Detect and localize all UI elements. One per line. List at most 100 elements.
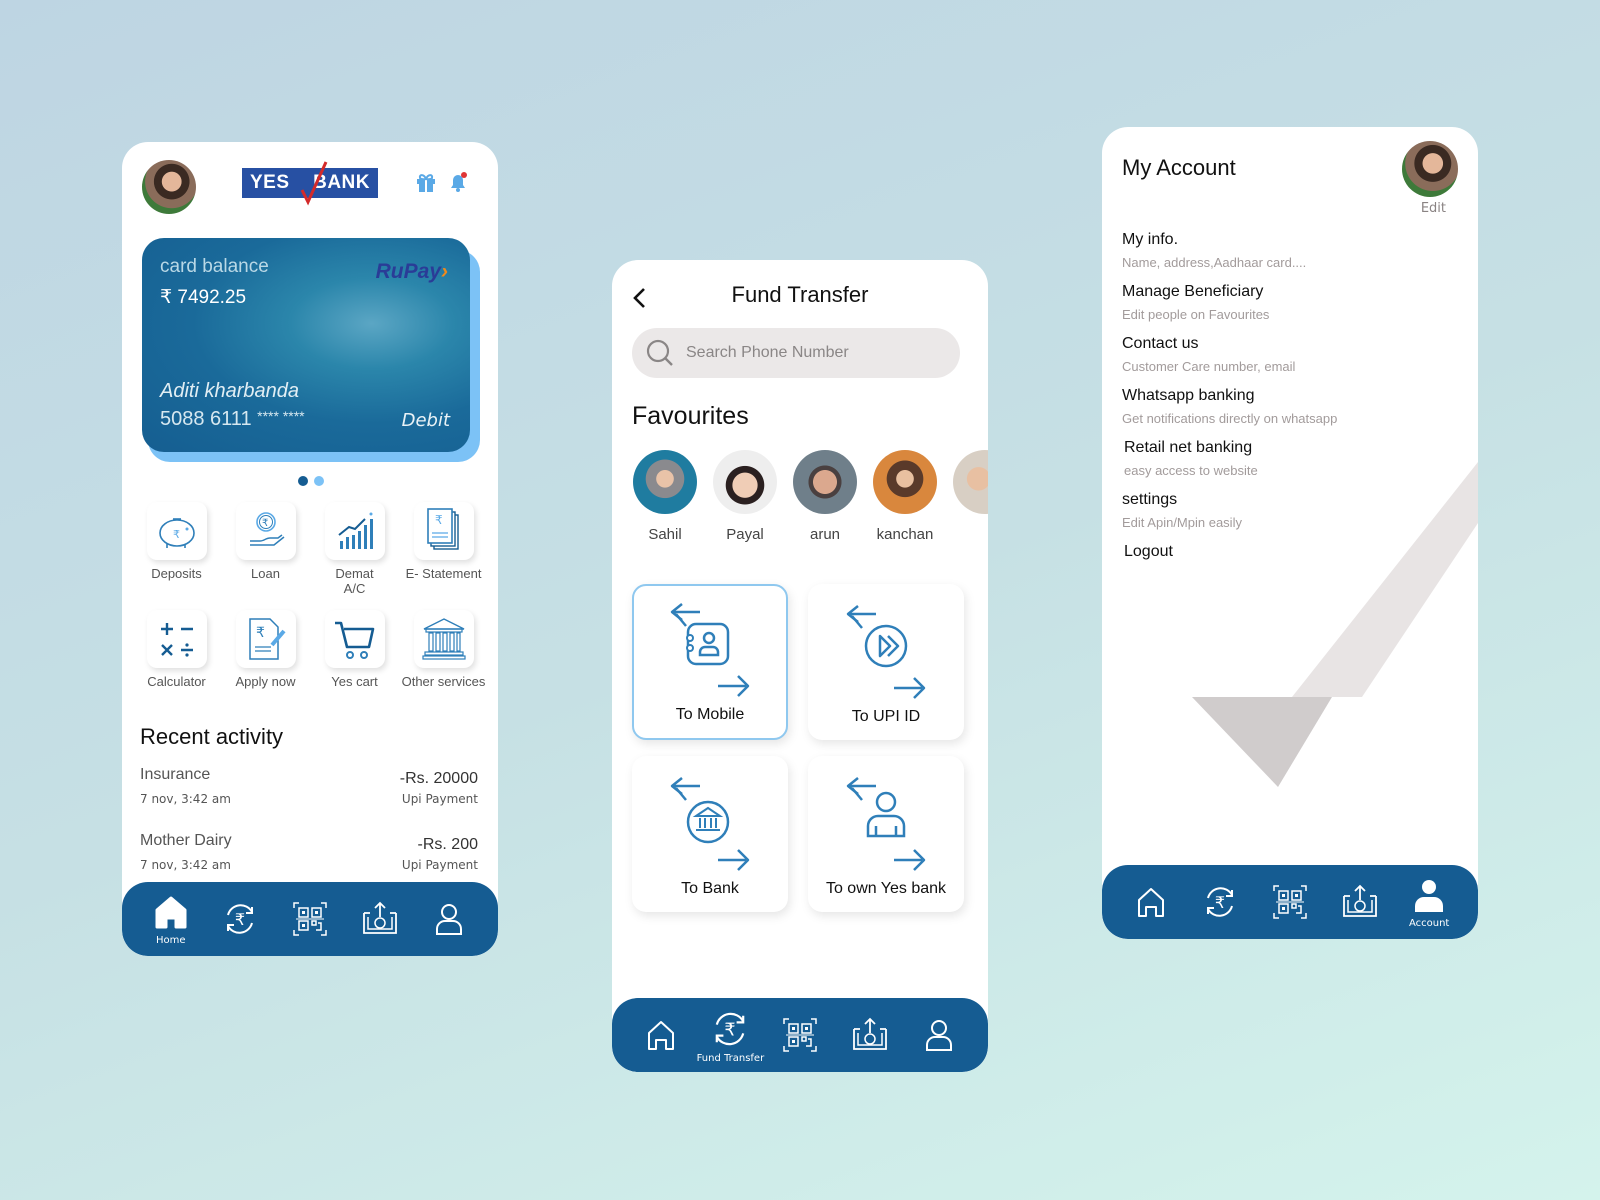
transfer-to-mobile[interactable]: To Mobile [632,584,788,740]
menu-item-subtitle: easy access to website [1124,463,1258,478]
favourite-contact[interactable] [952,450,988,543]
menu-retail-net-banking[interactable]: Retail net banking easy access to website [1122,437,1452,479]
bank-building-icon [421,618,466,660]
activity-item[interactable]: Insurance 7 nov, 3:42 am -Rs. 20000 Upi … [140,766,478,822]
page-title: Fund Transfer [731,282,869,307]
favourite-contact[interactable]: Sahil [632,450,698,543]
gift-icon[interactable] [414,170,438,194]
transfer-to-own-account[interactable]: To own Yes bank [808,756,964,912]
nav-deposit[interactable] [1335,872,1385,932]
menu-item-title: Contact us [1122,335,1199,352]
service-estatement[interactable]: ₹ E- Statement [399,502,488,596]
service-label: Demat A/C [335,566,374,596]
nav-account[interactable] [424,889,474,949]
services-grid: ₹ Deposits ₹ Loan Demat A/C ₹ E- Stateme… [132,502,488,689]
transfer-to-bank[interactable]: To Bank [632,756,788,912]
nav-deposit[interactable] [355,889,405,949]
logo-tick-icon [300,161,328,206]
profile-avatar[interactable] [1402,141,1458,197]
favourite-contact[interactable]: arun [792,450,858,543]
home-screen: YES BANK card balance ₹ 7492.25 RuPay› A… [122,142,498,956]
card-number: 5088 6111 **** **** [160,408,305,431]
contact-photo [953,450,988,514]
fund-transfer-icon [708,1007,752,1051]
nav-scan[interactable] [775,1005,825,1065]
nav-account[interactable]: Account [1404,872,1454,932]
upi-transfer-icon [836,602,936,702]
nav-fund-transfer[interactable] [215,889,265,949]
home-icon [641,1015,681,1055]
option-label: To own Yes bank [825,880,947,897]
currency-symbol: ₹ [160,287,173,308]
service-demat[interactable]: Demat A/C [310,502,399,596]
nav-account-label: Account [1408,917,1450,929]
profile-icon [1409,876,1449,916]
deposit-icon [1340,882,1380,922]
qr-scan-icon [1270,882,1310,922]
profile-avatar[interactable] [142,160,196,214]
menu-my-info[interactable]: My info. Name, address,Aadhaar card.... [1122,229,1452,271]
favourite-contact[interactable]: kanchan [872,450,938,543]
carousel-dots [298,476,324,486]
menu-item-subtitle: Customer Care number, email [1122,359,1296,374]
menu-item-subtitle: Name, address,Aadhaar card.... [1122,255,1307,270]
carousel-dot-active[interactable] [298,476,308,486]
profile-icon [429,899,469,939]
cart-icon [334,621,374,659]
nav-fund-transfer[interactable]: Fund Transfer [697,1005,764,1065]
menu-item-subtitle: Edit people on Favourites [1122,307,1270,322]
option-label: To Mobile [675,706,745,723]
transfer-to-upi[interactable]: To UPI ID [808,584,964,740]
contact-photo [793,450,857,514]
menu-contact-us[interactable]: Contact us Customer Care number, email [1122,333,1452,375]
activity-date: 7 nov, 3:42 am [140,792,231,806]
nav-deposit[interactable] [845,1005,895,1065]
debit-card[interactable]: card balance ₹ 7492.25 RuPay› Aditi khar… [142,238,470,452]
menu-settings[interactable]: settings Edit Apin/Mpin easily [1122,489,1452,531]
bottom-nav: Home [122,882,498,956]
option-label: To UPI ID [851,708,921,725]
bank-transfer-icon [660,774,760,874]
service-label: Loan [251,566,280,581]
notification-bell-icon[interactable] [446,170,470,194]
service-other[interactable]: Other services [399,610,488,689]
deposit-icon [850,1015,890,1055]
service-yes-cart[interactable]: Yes cart [310,610,399,689]
account-menu: My info. Name, address,Aadhaar card.... M… [1122,229,1452,573]
search-bar[interactable] [632,328,960,378]
nav-fund-transfer[interactable] [1195,872,1245,932]
activity-method: Upi Payment [401,858,478,872]
calculator-icon [160,623,193,657]
nav-scan[interactable] [1265,872,1315,932]
nav-scan[interactable] [285,889,335,949]
service-label: Yes cart [331,674,378,689]
account-screen: My Account Edit My info. Name, address,Aa… [1102,127,1478,939]
edit-profile-link[interactable]: Edit [1421,201,1446,216]
service-loan[interactable]: ₹ Loan [221,502,310,596]
home-icon [151,893,191,933]
menu-item-title: Whatsapp banking [1122,387,1255,404]
nav-fund-transfer-label: Fund Transfer [696,1052,765,1064]
menu-manage-beneficiary[interactable]: Manage Beneficiary Edit people on Favouri… [1122,281,1452,323]
search-phone-input[interactable] [686,344,946,362]
nav-home[interactable] [1126,872,1176,932]
service-apply-now[interactable]: ₹ Apply now [221,610,310,689]
svg-text:₹: ₹ [256,625,265,641]
nav-home[interactable]: Home [146,889,196,949]
carousel-dot[interactable] [314,476,324,486]
service-deposits[interactable]: ₹ Deposits [132,502,221,596]
service-label: Calculator [147,674,206,689]
menu-logout[interactable]: Logout [1122,541,1452,563]
menu-whatsapp-banking[interactable]: Whatsapp banking Get notifications direct… [1122,385,1452,427]
apply-form-icon: ₹ [248,618,286,660]
page-title: My Account [1122,155,1236,180]
service-calculator[interactable]: Calculator [132,610,221,689]
card-type: Debit [401,410,450,431]
nav-account[interactable] [914,1005,964,1065]
favourite-contact[interactable]: Payal [712,450,778,543]
nav-home-label: Home [156,934,186,946]
activity-item[interactable]: Mother Dairy 7 nov, 3:42 am -Rs. 200 Upi… [140,832,478,888]
activity-amount: -Rs. 200 [417,836,478,853]
nav-home[interactable] [636,1005,686,1065]
bottom-nav: Fund Transfer [612,998,988,1072]
